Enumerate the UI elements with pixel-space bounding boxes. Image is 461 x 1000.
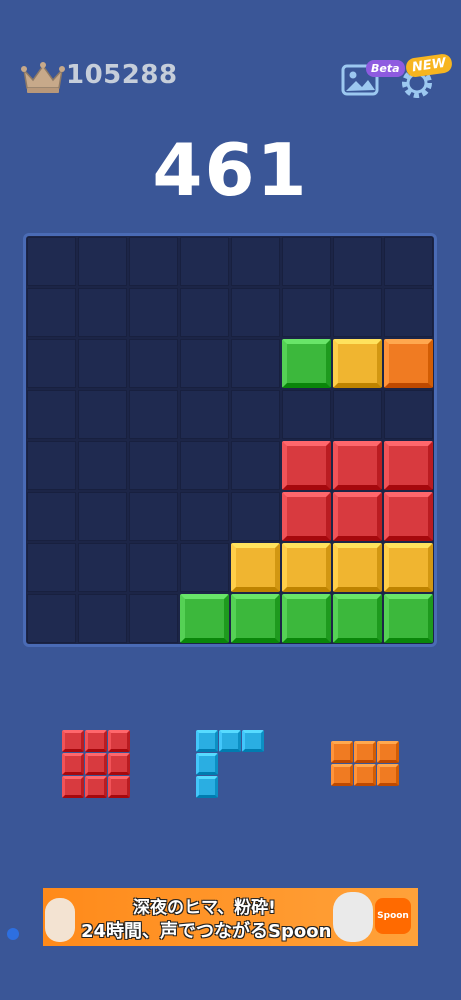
piece-cell — [331, 741, 353, 763]
board-cell[interactable] — [78, 339, 127, 388]
board-cell[interactable] — [384, 237, 433, 286]
board-cell[interactable] — [27, 390, 76, 439]
ad-character-right — [333, 892, 373, 942]
board-block-yellow — [231, 543, 280, 592]
ad-logo[interactable]: Spoon — [375, 898, 411, 934]
board-cell[interactable] — [129, 543, 178, 592]
ad-character-left — [45, 898, 75, 942]
board-cell[interactable] — [78, 390, 127, 439]
board-block-green — [231, 594, 280, 643]
board-block-green — [384, 594, 433, 643]
board-cell[interactable] — [180, 339, 229, 388]
board-cell[interactable] — [27, 237, 76, 286]
board-block-yellow — [333, 339, 382, 388]
piece-cell — [219, 730, 241, 752]
board-block-green — [282, 594, 331, 643]
piece-cell — [354, 741, 376, 763]
board-cell[interactable] — [27, 492, 76, 541]
board-cell[interactable] — [78, 543, 127, 592]
board-block-yellow — [333, 543, 382, 592]
board-block-red — [333, 441, 382, 490]
board-cell[interactable] — [180, 492, 229, 541]
piece-cell — [108, 753, 130, 775]
board-cell[interactable] — [333, 390, 382, 439]
piece-cell — [85, 776, 107, 798]
board-block-green — [282, 339, 331, 388]
board-cell[interactable] — [231, 237, 280, 286]
board-block-red — [384, 441, 433, 490]
board-cell[interactable] — [231, 492, 280, 541]
board-block-yellow — [384, 543, 433, 592]
board-cell[interactable] — [282, 390, 331, 439]
piece-cell — [85, 753, 107, 775]
board-cell[interactable] — [27, 594, 76, 643]
board-cell[interactable] — [282, 288, 331, 337]
board-cell[interactable] — [129, 390, 178, 439]
board-cell[interactable] — [231, 288, 280, 337]
board-cell[interactable] — [384, 390, 433, 439]
board-cell[interactable] — [231, 441, 280, 490]
ad-headline: 深夜のヒマ、粉砕! — [133, 898, 276, 918]
board-block-orange — [384, 339, 433, 388]
board-cell[interactable] — [129, 237, 178, 286]
board-cell[interactable] — [129, 288, 178, 337]
piece-cell — [108, 776, 130, 798]
board-cell[interactable] — [231, 339, 280, 388]
piece-cell — [331, 764, 353, 786]
board-cell[interactable] — [333, 237, 382, 286]
top-bar: 105288 Beta NEW — [0, 0, 461, 130]
piece-cell — [377, 764, 399, 786]
board-cell[interactable] — [129, 339, 178, 388]
ad-subline: 24時間、声でつながるSpoon — [81, 921, 332, 942]
board-cell[interactable] — [27, 441, 76, 490]
piece-cell — [62, 776, 84, 798]
board-cell[interactable] — [180, 288, 229, 337]
board-block-red — [282, 492, 331, 541]
board-cell[interactable] — [78, 492, 127, 541]
board-cell[interactable] — [129, 594, 178, 643]
board-cell[interactable] — [78, 288, 127, 337]
board-cell[interactable] — [231, 390, 280, 439]
board-cell[interactable] — [27, 339, 76, 388]
game-board[interactable] — [23, 233, 437, 647]
board-cell[interactable] — [78, 594, 127, 643]
board-cell[interactable] — [27, 543, 76, 592]
board-cell[interactable] — [384, 288, 433, 337]
crown-icon — [21, 62, 65, 93]
board-block-green — [333, 594, 382, 643]
board-cell[interactable] — [27, 288, 76, 337]
piece-cell — [85, 730, 107, 752]
piece-cell — [62, 730, 84, 752]
board-block-red — [384, 492, 433, 541]
piece-cell — [62, 753, 84, 775]
current-score: 461 — [152, 128, 309, 212]
ad-banner[interactable]: 深夜のヒマ、粉砕! 24時間、声でつながるSpoon Spoon — [43, 888, 418, 946]
piece-cell — [108, 730, 130, 752]
piece-cell — [242, 730, 264, 752]
board-cell[interactable] — [180, 237, 229, 286]
best-score: 105288 — [66, 60, 178, 90]
piece-cell — [377, 741, 399, 763]
piece-cell — [354, 764, 376, 786]
new-badge: NEW — [404, 52, 454, 79]
piece-cell — [196, 730, 218, 752]
board-cell[interactable] — [180, 441, 229, 490]
board-cell[interactable] — [129, 492, 178, 541]
board-cell[interactable] — [180, 390, 229, 439]
piece-cell — [196, 753, 218, 775]
piece-cell — [196, 776, 218, 798]
board-block-red — [333, 492, 382, 541]
board-cell[interactable] — [129, 441, 178, 490]
board-cell[interactable] — [78, 441, 127, 490]
board-block-red — [282, 441, 331, 490]
indicator-dot — [7, 928, 19, 940]
board-cell[interactable] — [282, 237, 331, 286]
board-block-yellow — [282, 543, 331, 592]
board-block-green — [180, 594, 229, 643]
board-cell[interactable] — [78, 237, 127, 286]
board-cell[interactable] — [333, 288, 382, 337]
board-cell[interactable] — [180, 543, 229, 592]
